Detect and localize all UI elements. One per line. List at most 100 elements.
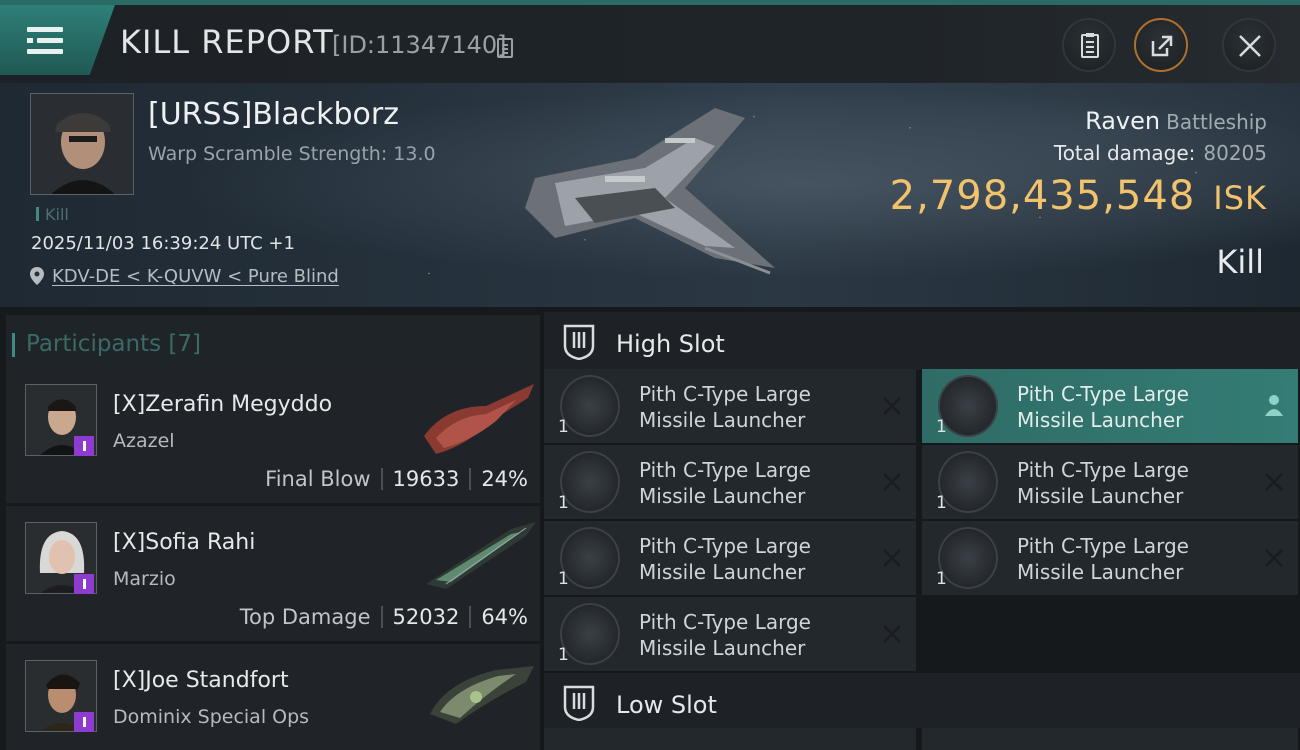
participant-name: [X]Zerafin Megyddo <box>113 392 333 417</box>
high-slot-icon <box>563 324 595 360</box>
high-slot-title: High Slot <box>616 330 725 358</box>
participant-damage: 52032 <box>392 605 460 629</box>
fitting-panel: High Slot 1 Pith C-Type Large Missile La… <box>540 307 1300 750</box>
module-name: Pith C-Type Large Missile Launcher <box>1017 458 1189 508</box>
module-qty: 1 <box>936 569 947 589</box>
participant-stats: Top Damage 52032 64% <box>240 605 528 629</box>
warp-scramble-strength: Warp Scramble Strength: 13.0 <box>148 143 436 165</box>
header-bar: KILL REPORT [ID:11347140] <box>0 5 1300 83</box>
dropped-user-icon <box>1265 395 1283 416</box>
missile-launcher-icon <box>560 603 620 665</box>
result-label: Kill <box>1216 243 1264 281</box>
module-name: Pith C-Type Large Missile Launcher <box>639 458 811 508</box>
high-slot-header: High Slot <box>544 312 1300 370</box>
destroyed-icon <box>883 549 901 567</box>
participant-ship: Marzio <box>113 568 176 590</box>
clipboard-icon <box>1081 33 1099 58</box>
victim-ship[interactable]: Raven Battleship <box>1085 107 1267 135</box>
low-slot-title: Low Slot <box>616 691 717 719</box>
module-item[interactable]: 1 Pith C-Type Large Missile Launcher <box>544 445 916 519</box>
menu-icon <box>27 27 63 55</box>
page-title: KILL REPORT <box>120 23 334 61</box>
clipboard-button[interactable] <box>1062 18 1116 72</box>
participant-percent: 24% <box>481 467 528 491</box>
module-qty: 1 <box>558 569 569 589</box>
module-name: Pith C-Type Large Missile Launcher <box>1017 534 1189 584</box>
participant-ship-image <box>426 522 536 589</box>
module-item[interactable] <box>544 728 916 750</box>
isk-unit: ISK <box>1213 179 1267 217</box>
participant-damage: 19633 <box>392 467 460 491</box>
ship-class: Battleship <box>1166 110 1267 134</box>
share-button[interactable] <box>1134 18 1188 72</box>
destroyed-icon <box>1265 473 1283 491</box>
isk-amount: 2,798,435,548 <box>889 173 1196 219</box>
participant-ship: Azazel <box>113 430 175 452</box>
participant-ship-image <box>430 666 534 724</box>
menu-button[interactable] <box>0 5 115 75</box>
total-damage-value: 80205 <box>1203 141 1267 165</box>
location-pin-icon <box>30 267 44 285</box>
participant-row[interactable]: [X]Joe Standfort Dominix Special Ops <box>6 644 540 750</box>
module-item[interactable]: 1 Pith C-Type Large Missile Launcher <box>544 521 916 595</box>
share-icon <box>1151 35 1173 57</box>
kill-datetime: 2025/11/03 16:39:24 UTC +1 <box>31 233 295 254</box>
destroyed-icon <box>883 397 901 415</box>
kill-location[interactable]: KDV-DE < K-QUVW < Pure Blind <box>30 266 339 287</box>
module-item[interactable]: 1 Pith C-Type Large Missile Launcher <box>922 521 1298 595</box>
low-slot-header: Low Slot <box>544 673 1300 728</box>
module-item[interactable]: 1 Pith C-Type Large Missile Launcher <box>922 445 1298 519</box>
ship-class-badge <box>74 712 94 732</box>
participants-header: Participants [7] <box>6 315 540 371</box>
module-qty: 1 <box>558 493 569 513</box>
module-name: Pith C-Type Large Missile Launcher <box>639 534 811 584</box>
module-qty: 1 <box>936 493 947 513</box>
missile-launcher-icon <box>938 375 998 437</box>
missile-launcher-icon <box>560 375 620 437</box>
participant-stats: Final Blow 19633 24% <box>265 467 528 491</box>
victim-banner: [URSS]Blackborz Warp Scramble Strength: … <box>0 83 1300 307</box>
participants-panel: Participants [7] [X]Zerafin Megyddo Azaz… <box>0 307 540 750</box>
module-item[interactable]: 1 Pith C-Type Large Missile Launcher <box>544 597 916 671</box>
module-name: Pith C-Type Large Missile Launcher <box>1017 382 1189 432</box>
module-item[interactable]: 1 Pith C-Type Large Missile Launcher <box>544 369 916 443</box>
module-qty: 1 <box>558 417 569 437</box>
ship-class-badge <box>74 436 94 456</box>
missile-launcher-icon <box>938 527 998 589</box>
participant-ship-image <box>424 384 534 454</box>
destroyed-icon <box>883 625 901 643</box>
missile-launcher-icon <box>938 451 998 513</box>
total-damage: Total damage: 80205 <box>1054 141 1267 165</box>
close-button[interactable] <box>1222 18 1276 72</box>
missile-launcher-icon <box>560 451 620 513</box>
isk-value: 2,798,435,548 ISK <box>890 173 1267 219</box>
location-link[interactable]: KDV-DE < K-QUVW < Pure Blind <box>52 266 339 287</box>
ship-class-badge <box>74 574 94 594</box>
kill-tag: Kill <box>36 205 69 224</box>
victim-portrait[interactable] <box>30 93 134 195</box>
participants-title: Participants [7] <box>12 331 201 357</box>
participant-ship: Dominix Special Ops <box>113 706 310 728</box>
copy-icon[interactable] <box>497 38 513 58</box>
module-qty: 1 <box>558 645 569 665</box>
participant-role: Final Blow <box>265 467 371 491</box>
participant-row[interactable]: [X]Sofia Rahi Marzio Top Damage 52032 64% <box>6 506 540 641</box>
low-slot-icon <box>563 685 595 721</box>
participant-role: Top Damage <box>239 605 371 629</box>
participant-row[interactable]: [X]Zerafin Megyddo Azazel Final Blow 1963… <box>6 368 540 503</box>
total-damage-label: Total damage: <box>1053 141 1196 165</box>
report-id: [ID:11347140] <box>332 31 507 59</box>
module-qty: 1 <box>936 417 947 437</box>
participant-percent: 64% <box>481 605 528 629</box>
destroyed-icon <box>1265 549 1283 567</box>
missile-launcher-icon <box>560 527 620 589</box>
module-item[interactable]: 1 Pith C-Type Large Missile Launcher <box>922 369 1298 443</box>
close-icon <box>1239 35 1261 57</box>
module-name: Pith C-Type Large Missile Launcher <box>639 382 811 432</box>
ship-name: Raven <box>1085 107 1161 135</box>
participant-name: [X]Sofia Rahi <box>113 530 256 555</box>
module-item[interactable] <box>922 728 1298 750</box>
victim-name[interactable]: [URSS]Blackborz <box>148 97 399 132</box>
module-name: Pith C-Type Large Missile Launcher <box>639 610 811 660</box>
destroyed-icon <box>883 473 901 491</box>
